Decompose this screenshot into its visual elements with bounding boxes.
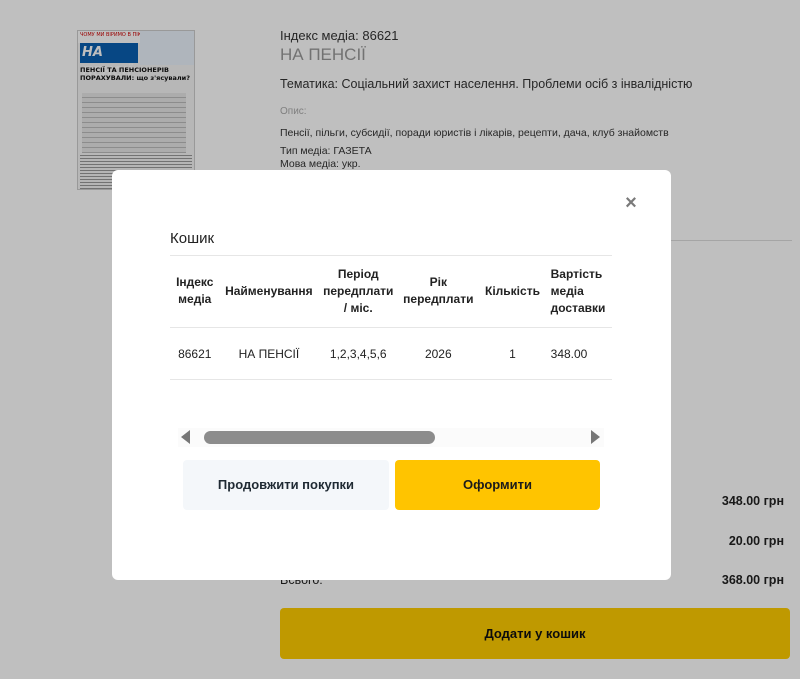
header-name: Найменування — [219, 256, 319, 328]
scroll-right-arrow-icon[interactable] — [591, 430, 600, 444]
header-year: Рік передплати — [398, 256, 479, 328]
cart-table-scroll-area[interactable]: Індекс медіа Найменування Період передпл… — [170, 255, 612, 380]
continue-shopping-button[interactable]: Продовжити покупки — [183, 460, 389, 510]
header-price: Вартість медіа доставки — [546, 256, 612, 328]
scrollbar-thumb[interactable] — [204, 431, 435, 444]
table-row: 86621 НА ПЕНСІЇ 1,2,3,4,5,6 2026 1 348.0… — [170, 327, 612, 379]
scroll-left-arrow-icon[interactable] — [181, 430, 190, 444]
cart-table: Індекс медіа Найменування Період передпл… — [170, 256, 612, 379]
cell-quantity: 1 — [509, 347, 516, 362]
cell-media-index: 86621 — [178, 347, 212, 362]
header-period: Період передплати / міс. — [318, 256, 399, 328]
cell-price: 348.00 — [550, 347, 588, 362]
cell-period: 1,2,3,4,5,6 — [329, 347, 387, 362]
cart-title: Кошик — [170, 230, 215, 247]
cell-year: 2026 — [424, 347, 452, 362]
header-media-index: Індекс медіа — [170, 256, 220, 328]
close-icon[interactable]: × — [622, 193, 640, 213]
cell-name: НА ПЕНСІЇ — [238, 347, 300, 362]
header-quantity: Кількість — [478, 256, 547, 328]
checkout-button[interactable]: Оформити — [395, 460, 600, 510]
table-header-row: Індекс медіа Найменування Період передпл… — [170, 256, 612, 328]
